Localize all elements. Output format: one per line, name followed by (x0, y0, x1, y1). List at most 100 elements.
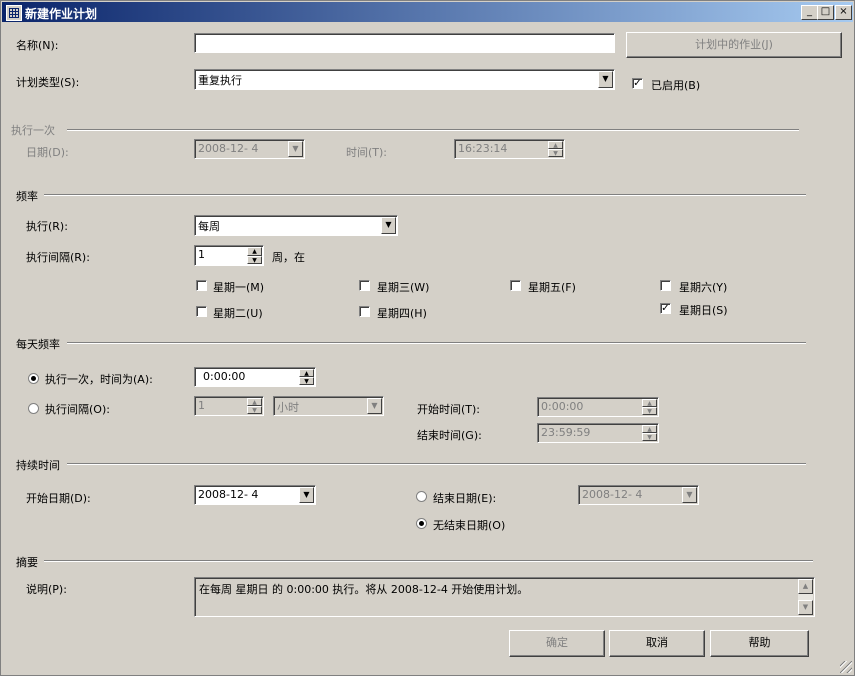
daily-frequency-header: 每天频率 (16, 338, 60, 351)
once-time-spinner[interactable]: 16:23:14 ▲ ▼ (454, 139, 565, 159)
wednesday-checkbox[interactable] (359, 280, 370, 291)
daily-every-unit-value: 小时 (277, 401, 299, 414)
occurs-value: 每周 (198, 220, 220, 233)
saturday-checkbox[interactable] (660, 280, 671, 291)
grid-icon (6, 5, 22, 21)
sunday-label: 星期日(S) (679, 304, 728, 317)
daily-every-unit-select[interactable]: 小时 ▼ (273, 396, 384, 416)
recur-spinner[interactable]: 1 ▲ ▼ (194, 245, 264, 266)
chevron-down-icon[interactable]: ▼ (288, 141, 303, 157)
spin-up-icon[interactable]: ▲ (642, 425, 657, 433)
schedule-type-value: 重复执行 (198, 74, 242, 87)
spin-down-icon[interactable]: ▼ (247, 255, 262, 264)
summary-header: 摘要 (16, 556, 38, 569)
duration-header: 持续时间 (16, 459, 60, 472)
daily-once-label: 执行一次，时间为(A): (45, 373, 153, 386)
end-date-value: 2008-12- 4 (582, 488, 643, 501)
chevron-down-icon[interactable]: ▼ (381, 217, 396, 234)
once-date-label: 日期(D): (26, 146, 69, 159)
name-label: 名称(N): (16, 39, 59, 52)
description-text: 在每周 星期日 的 0:00:00 执行。将从 2008-12-4 开始使用计划… (199, 583, 529, 596)
spin-up-icon[interactable]: ▲ (642, 399, 657, 407)
saturday-label: 星期六(Y) (679, 281, 728, 294)
daily-every-label: 执行间隔(O): (45, 403, 110, 416)
daily-every-spinner[interactable]: 1 ▲ ▼ (194, 396, 264, 416)
spin-up-icon[interactable]: ▲ (247, 398, 262, 406)
dialog-window: 新建作业计划 _ □ × 名称(N): 计划中的作业(J) 计划类型(S): 重… (0, 0, 855, 676)
spin-down-icon[interactable]: ▼ (299, 377, 314, 385)
occurs-label: 执行(R): (26, 220, 68, 233)
maximize-button[interactable]: □ (817, 5, 834, 20)
spin-down-icon[interactable]: ▼ (247, 406, 262, 414)
divider (44, 194, 806, 196)
thursday-label: 星期四(H) (377, 307, 427, 320)
name-input[interactable] (194, 33, 615, 53)
enabled-label: 已启用(B) (651, 79, 701, 92)
daily-once-time-spinner[interactable]: 0:00:00 ▲ ▼ (194, 367, 316, 387)
title-bar[interactable]: 新建作业计划 _ □ × (2, 2, 853, 22)
spin-up-icon[interactable]: ▲ (247, 247, 262, 256)
chevron-down-icon[interactable]: ▼ (682, 487, 697, 503)
end-date-label: 结束日期(E): (433, 492, 497, 505)
ok-button[interactable]: 确定 (509, 630, 605, 657)
daily-once-radio[interactable] (28, 373, 39, 384)
sunday-checkbox[interactable]: ✓ (660, 303, 671, 314)
spin-down-icon[interactable]: ▼ (642, 407, 657, 415)
end-date-picker[interactable]: 2008-12- 4 ▼ (578, 485, 699, 505)
resize-grip-icon[interactable] (840, 661, 852, 673)
once-time-value: 16:23:14 (458, 142, 508, 155)
cancel-button[interactable]: 取消 (609, 630, 705, 657)
end-time-value: 23:59:59 (541, 426, 591, 439)
wednesday-label: 星期三(W) (377, 281, 430, 294)
start-date-picker[interactable]: 2008-12- 4 ▼ (194, 485, 316, 505)
recur-label: 执行间隔(R): (26, 251, 90, 264)
no-end-date-radio[interactable] (416, 518, 427, 529)
no-end-date-label: 无结束日期(O) (433, 519, 506, 532)
description-label: 说明(P): (26, 583, 67, 596)
scroll-up-icon[interactable]: ▲ (798, 579, 813, 594)
window-title: 新建作业计划 (25, 7, 98, 21)
jobs-in-schedule-button[interactable]: 计划中的作业(J) (626, 32, 842, 58)
spin-up-icon[interactable]: ▲ (299, 369, 314, 377)
description-scrollbar[interactable]: ▲ ▼ (798, 579, 813, 615)
chevron-down-icon[interactable]: ▼ (598, 71, 613, 88)
end-time-label: 结束时间(G): (417, 429, 482, 442)
divider (67, 129, 799, 131)
tuesday-label: 星期二(U) (213, 307, 263, 320)
occurs-select[interactable]: 每周 ▼ (194, 215, 398, 236)
monday-label: 星期一(M) (213, 281, 265, 294)
recur-value: 1 (198, 248, 205, 261)
divider (67, 342, 806, 344)
chevron-down-icon[interactable]: ▼ (367, 398, 382, 414)
start-time-label: 开始时间(T): (417, 403, 481, 416)
daily-once-time-value: 0:00:00 (203, 370, 246, 383)
start-time-spinner[interactable]: 0:00:00 ▲ ▼ (537, 397, 659, 417)
schedule-type-select[interactable]: 重复执行 ▼ (194, 69, 615, 90)
end-date-radio[interactable] (416, 491, 427, 502)
help-button[interactable]: 帮助 (710, 630, 809, 657)
tuesday-checkbox[interactable] (196, 306, 207, 317)
end-time-spinner[interactable]: 23:59:59 ▲ ▼ (537, 423, 659, 443)
one-time-header: 执行一次 (11, 124, 55, 137)
monday-checkbox[interactable] (196, 280, 207, 291)
daily-every-radio[interactable] (28, 403, 39, 414)
friday-checkbox[interactable] (510, 280, 521, 291)
start-time-value: 0:00:00 (541, 400, 584, 413)
close-button[interactable]: × (835, 5, 852, 20)
schedule-type-label: 计划类型(S): (16, 76, 80, 89)
daily-every-value: 1 (198, 399, 205, 412)
chevron-down-icon[interactable]: ▼ (299, 487, 314, 503)
once-date-picker[interactable]: 2008-12- 4 ▼ (194, 139, 305, 159)
spin-down-icon[interactable]: ▼ (642, 433, 657, 441)
recur-unit: 周，在 (272, 251, 305, 264)
divider (67, 463, 806, 465)
minimize-button[interactable]: _ (801, 5, 818, 20)
description-box[interactable]: 在每周 星期日 的 0:00:00 执行。将从 2008-12-4 开始使用计划… (194, 577, 815, 617)
enabled-checkbox[interactable]: ✓ (632, 78, 643, 89)
spin-down-icon[interactable]: ▼ (548, 149, 563, 157)
scroll-down-icon[interactable]: ▼ (798, 600, 813, 615)
thursday-checkbox[interactable] (359, 306, 370, 317)
start-date-value: 2008-12- 4 (198, 488, 259, 501)
once-time-label: 时间(T): (346, 146, 388, 159)
spin-up-icon[interactable]: ▲ (548, 141, 563, 149)
